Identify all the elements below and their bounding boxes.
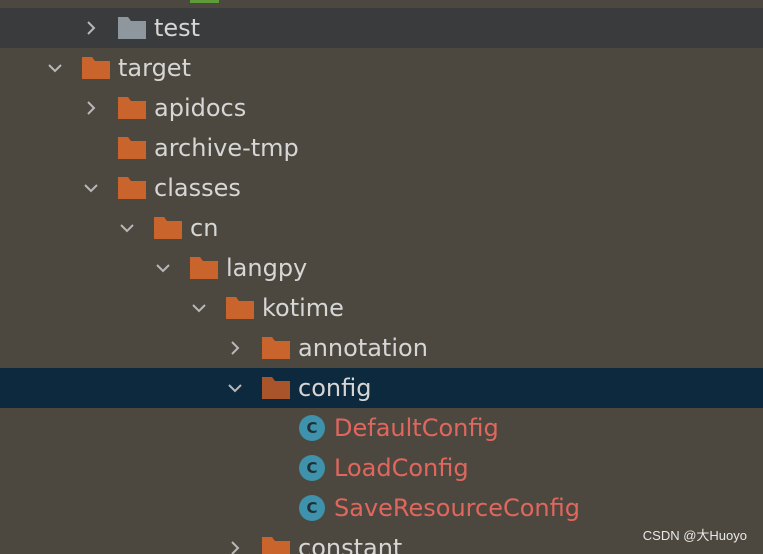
tree-item-apidocs[interactable]: apidocs: [0, 88, 763, 128]
tree-item-label: annotation: [298, 334, 428, 362]
chevron-right-icon[interactable]: [226, 339, 244, 357]
green-indicator: [190, 0, 219, 3]
class-icon: C: [299, 415, 325, 441]
folder-orange-icon: [154, 217, 182, 239]
tree-item-label: target: [118, 54, 191, 82]
chevron-down-icon[interactable]: [226, 379, 244, 397]
tree-item-target[interactable]: target: [0, 48, 763, 88]
folder-orange-icon: [118, 137, 146, 159]
tree-item-label: LoadConfig: [334, 454, 469, 482]
chevron-right-icon[interactable]: [226, 539, 244, 554]
tree-item-annotation[interactable]: annotation: [0, 328, 763, 368]
tree-item-config[interactable]: config: [0, 368, 763, 408]
folder-orange-icon: [262, 337, 290, 359]
tree-item-saveresourceconfig[interactable]: C SaveResourceConfig: [0, 488, 763, 528]
tree-item-label: kotime: [262, 294, 344, 322]
tree-item-label: cn: [190, 214, 219, 242]
tree-item-test[interactable]: test: [0, 8, 763, 48]
chevron-down-icon[interactable]: [190, 299, 208, 317]
folder-gray-icon: [118, 17, 146, 39]
tree-item-label: apidocs: [154, 94, 247, 122]
chevron-right-icon[interactable]: [82, 19, 100, 37]
tree-item-label: DefaultConfig: [334, 414, 499, 442]
tree-item-label: config: [298, 374, 372, 402]
folder-orange-icon: [118, 97, 146, 119]
chevron-down-icon[interactable]: [46, 59, 64, 77]
tree-item-cn[interactable]: cn: [0, 208, 763, 248]
tree-item-classes[interactable]: classes: [0, 168, 763, 208]
tree-item-langpy[interactable]: langpy: [0, 248, 763, 288]
folder-orange-icon: [226, 297, 254, 319]
tree-item-label: SaveResourceConfig: [334, 494, 580, 522]
tree-item-label: constant: [298, 534, 403, 554]
folder-orange-icon: [262, 537, 290, 554]
class-icon: C: [299, 495, 325, 521]
tree-item-kotime[interactable]: kotime: [0, 288, 763, 328]
folder-orange-icon: [262, 377, 290, 399]
chevron-down-icon[interactable]: [154, 259, 172, 277]
folder-orange-icon: [118, 177, 146, 199]
project-tree: test target apidocs archive-tmp classes …: [0, 0, 763, 554]
class-icon: C: [299, 455, 325, 481]
tree-item-loadconfig[interactable]: C LoadConfig: [0, 448, 763, 488]
tree-item-label: langpy: [226, 254, 308, 282]
tree-item-label: archive-tmp: [154, 134, 299, 162]
tree-item-label: test: [154, 14, 201, 42]
folder-orange-icon: [82, 57, 110, 79]
watermark: CSDN @大Huoyo: [642, 528, 747, 543]
chevron-down-icon[interactable]: [118, 219, 136, 237]
folder-orange-icon: [190, 257, 218, 279]
chevron-right-icon[interactable]: [82, 99, 100, 117]
tree-item-defaultconfig[interactable]: C DefaultConfig: [0, 408, 763, 448]
tree-item-archive-tmp[interactable]: archive-tmp: [0, 128, 763, 168]
tree-item-label: classes: [154, 174, 241, 202]
chevron-down-icon[interactable]: [82, 179, 100, 197]
